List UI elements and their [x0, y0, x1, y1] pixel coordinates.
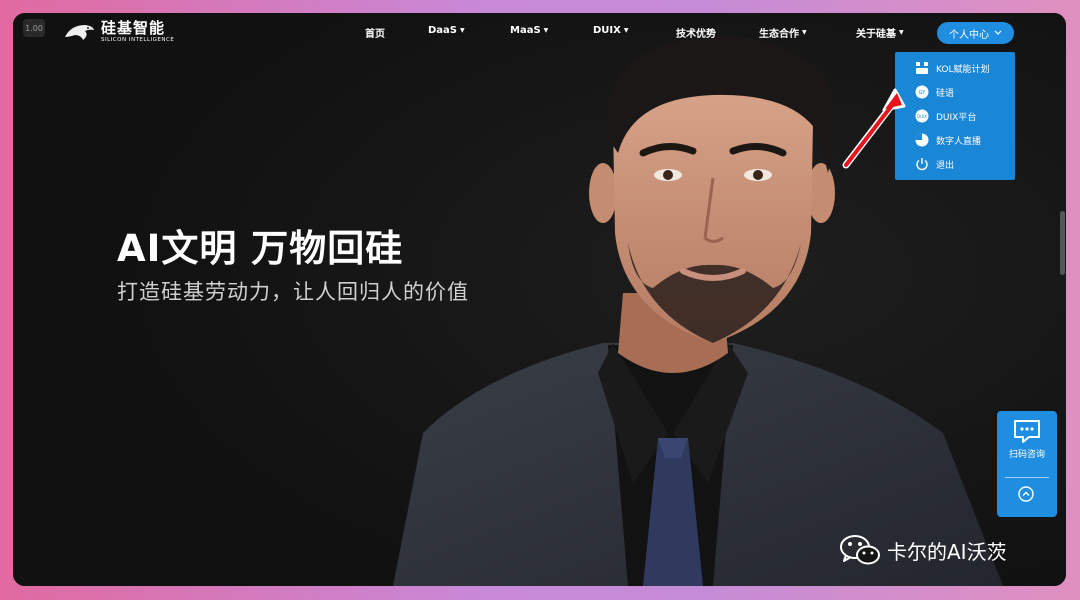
menu-item-guiyu[interactable]: GY 硅语 — [895, 81, 1015, 103]
kol-icon — [914, 60, 930, 76]
chevron-down-icon — [994, 30, 1002, 35]
nav-item-home[interactable]: 首页 — [365, 25, 385, 40]
consult-label: 扫码咨询 — [1008, 450, 1045, 460]
nav-item-maas[interactable]: MaaS ▼ — [510, 25, 548, 36]
nav-item-label: DUIX — [593, 25, 621, 36]
menu-item-label: DUIX平台 — [936, 112, 977, 123]
consult-button[interactable]: 扫码咨询 — [997, 419, 1057, 460]
watermark-text: 卡尔的AI沃茨 — [887, 539, 1007, 564]
back-to-top-icon[interactable] — [1018, 486, 1034, 502]
nav-item-duix[interactable]: DUIX ▼ — [593, 25, 628, 36]
menu-item-label: 退出 — [936, 160, 955, 171]
svg-text:DUIX: DUIX — [917, 114, 927, 119]
scrollbar-thumb[interactable] — [1060, 211, 1065, 275]
nav-item-label: 生态合作 — [759, 29, 799, 40]
menu-item-logout[interactable]: 退出 — [895, 153, 1015, 175]
panel-divider — [1005, 477, 1049, 478]
menu-item-kol[interactable]: KOL赋能计划 — [895, 57, 1015, 79]
menu-item-label: 数字人直播 — [936, 136, 982, 147]
caret-down-icon: ▼ — [802, 29, 807, 36]
nav-item-label: MaaS — [510, 25, 541, 36]
wechat-watermark: 卡尔的AI沃茨 — [839, 533, 1007, 567]
menu-item-label: 硅语 — [936, 88, 955, 99]
user-center-dropdown: KOL赋能计划 GY 硅语 DUIX DUIX平台 数字人直播 退出 — [895, 52, 1015, 180]
nav-item-about[interactable]: 关于硅基 ▼ — [856, 25, 904, 40]
nav-item-label: 技术优势 — [676, 29, 716, 40]
caret-down-icon: ▼ — [899, 29, 904, 36]
menu-item-live[interactable]: 数字人直播 — [895, 129, 1015, 151]
nav-item-tech[interactable]: 技术优势 — [676, 25, 716, 40]
caret-down-icon: ▼ — [623, 27, 629, 34]
guiyu-icon: GY — [914, 84, 930, 100]
user-center-label: 个人中心 — [949, 29, 989, 41]
nav-item-label: DaaS — [428, 25, 457, 36]
menu-item-label: KOL赋能计划 — [936, 64, 990, 75]
menu-item-duix[interactable]: DUIX DUIX平台 — [895, 105, 1015, 127]
nav-item-label: 首页 — [365, 29, 385, 40]
top-nav: 首页 DaaS ▼ MaaS ▼ DUIX ▼ 技术优势 生态合作 ▼ 关于硅基 ▼ — [13, 25, 1066, 45]
nav-item-daas[interactable]: DaaS ▼ — [428, 25, 465, 36]
hero-headline: AI文明 万物回硅 — [117, 227, 404, 270]
wechat-icon — [840, 535, 880, 565]
duix-icon: DUIX — [914, 108, 930, 124]
nav-item-label: 关于硅基 — [856, 29, 896, 40]
user-center-button[interactable]: 个人中心 — [937, 22, 1014, 44]
nav-item-ecosystem[interactable]: 生态合作 ▼ — [759, 25, 807, 40]
caret-down-icon: ▼ — [543, 27, 549, 34]
svg-text:GY: GY — [919, 90, 927, 96]
power-icon — [914, 156, 930, 172]
browser-window: 1.00 硅基智能 SILICON INTELLIGENCE 首页 DaaS ▼ … — [13, 13, 1066, 586]
floating-consult-panel: 扫码咨询 — [997, 411, 1057, 517]
chat-bubble-icon — [1014, 420, 1040, 443]
caret-down-icon: ▼ — [460, 27, 465, 34]
hero-subheadline: 打造硅基劳动力，让人回归人的价值 — [117, 280, 469, 304]
live-icon — [914, 132, 930, 148]
